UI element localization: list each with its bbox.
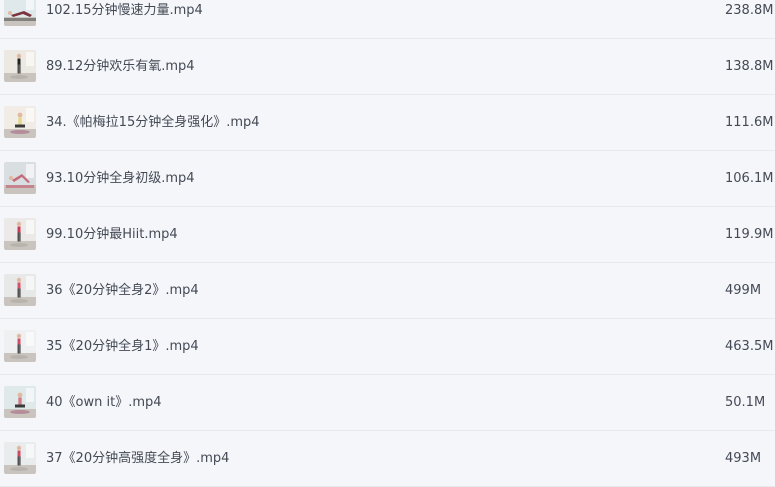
file-list: 102.15分钟慢速力量.mp4 238.8M 89.12分钟欢乐有氧.mp4 … [0,0,775,487]
file-name[interactable]: 34.《帕梅拉15分钟全身强化》.mp4 [46,95,260,151]
file-name[interactable]: 40《own it》.mp4 [46,375,162,431]
file-name[interactable]: 102.15分钟慢速力量.mp4 [46,0,203,39]
file-name[interactable]: 99.10分钟最Hiit.mp4 [46,207,178,263]
file-row[interactable]: 93.10分钟全身初级.mp4 106.1M [0,151,775,207]
standing-pose-image [4,442,36,474]
standing-pose-image [4,330,36,362]
video-thumbnail[interactable] [4,0,36,26]
video-thumbnail[interactable] [4,330,36,362]
file-name[interactable]: 89.12分钟欢乐有氧.mp4 [46,39,195,95]
file-size: 119.9M [725,227,774,242]
file-row[interactable]: 102.15分钟慢速力量.mp4 238.8M [0,0,775,39]
file-name[interactable]: 93.10分钟全身初级.mp4 [46,151,195,207]
standing-pose-image [4,274,36,306]
file-name[interactable]: 36《20分钟全身2》.mp4 [46,263,199,319]
file-size: 493M [725,451,762,466]
file-size: 138.8M [725,59,774,74]
file-row[interactable]: 36《20分钟全身2》.mp4 499M [0,263,775,319]
file-row[interactable]: 89.12分钟欢乐有氧.mp4 138.8M [0,39,775,95]
file-row[interactable]: 35《20分钟全身1》.mp4 463.5M [0,319,775,375]
file-size: 499M [725,283,762,298]
file-row[interactable]: 34.《帕梅拉15分钟全身强化》.mp4 111.6M [0,95,775,151]
kneeling-pose-image [4,386,36,418]
plank-pose-image [4,162,36,194]
file-name[interactable]: 35《20分钟全身1》.mp4 [46,319,199,375]
video-thumbnail[interactable] [4,274,36,306]
file-name[interactable]: 37《20分钟高强度全身》.mp4 [46,431,229,487]
file-size: 463.5M [725,339,774,354]
file-row[interactable]: 99.10分钟最Hiit.mp4 119.9M [0,207,775,263]
standing-pose-image [4,50,36,82]
file-size: 50.1M [725,395,766,410]
kneeling-pose-image [4,106,36,138]
standing-pose-image [4,218,36,250]
file-size: 111.6M [725,115,774,130]
file-row[interactable]: 40《own it》.mp4 50.1M [0,375,775,431]
video-thumbnail[interactable] [4,106,36,138]
video-thumbnail[interactable] [4,162,36,194]
video-thumbnail[interactable] [4,386,36,418]
video-thumbnail[interactable] [4,442,36,474]
file-row[interactable]: 37《20分钟高强度全身》.mp4 493M [0,431,775,487]
file-size: 106.1M [725,171,774,186]
file-size: 238.8M [725,3,774,18]
video-thumbnail[interactable] [4,50,36,82]
video-thumbnail[interactable] [4,218,36,250]
floor-pose-image [4,0,36,26]
